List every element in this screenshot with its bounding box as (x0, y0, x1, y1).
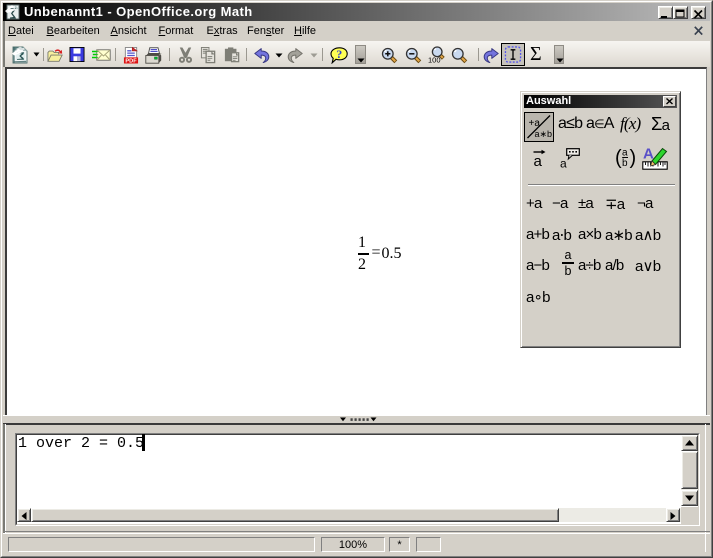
svg-text:100: 100 (428, 56, 441, 65)
svg-text:): ) (630, 147, 637, 169)
svg-text:b: b (622, 158, 628, 169)
svg-text:?: ? (336, 47, 342, 61)
svg-text:a: a (560, 157, 567, 170)
svg-text:a∗b: a∗b (534, 129, 552, 139)
svg-text:(: ( (615, 147, 622, 169)
svg-text:+a: +a (528, 118, 540, 129)
svg-text:a: a (622, 148, 628, 159)
svg-text:PDF: PDF (125, 59, 137, 64)
svg-text:a: a (534, 153, 543, 168)
